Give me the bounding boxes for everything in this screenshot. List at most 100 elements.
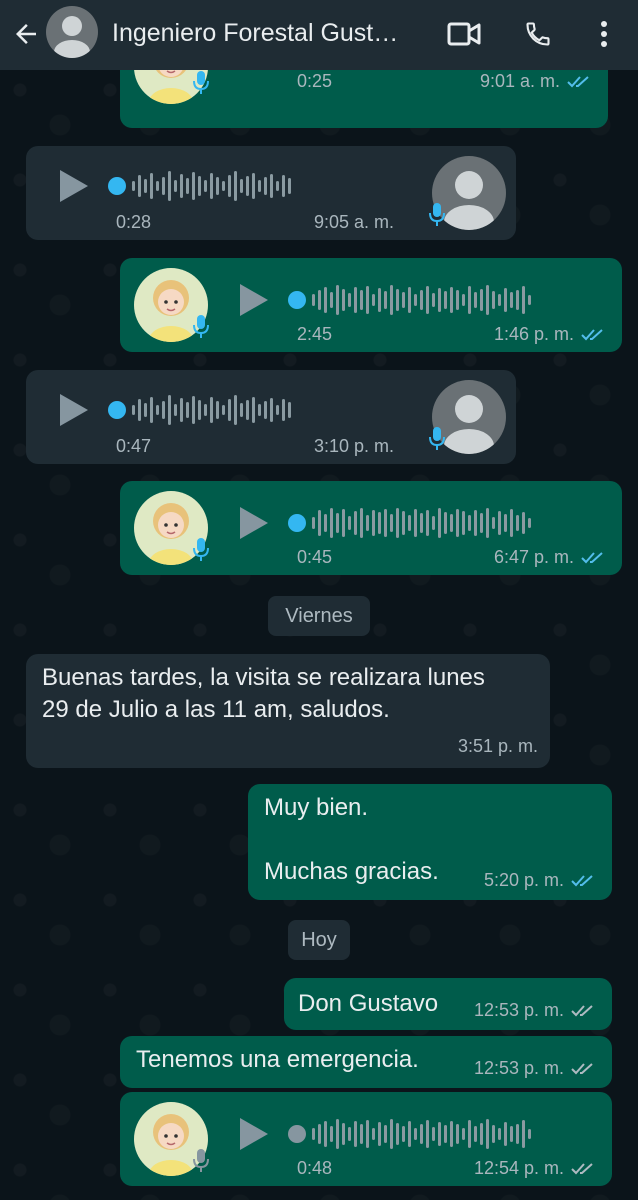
more-options-icon[interactable] xyxy=(584,14,624,54)
play-icon[interactable] xyxy=(240,1118,268,1150)
voice-duration: 0:28 xyxy=(116,212,152,232)
timestamp-text: 12:53 p. m. xyxy=(473,1000,564,1020)
waveform-bar xyxy=(438,1122,441,1146)
waveform-bar xyxy=(420,1124,423,1144)
waveform-bar xyxy=(426,286,429,314)
waveform-bar xyxy=(414,294,417,306)
message-text: Tenemos una emergencia. xyxy=(136,1046,419,1073)
playback-position-dot[interactable] xyxy=(288,291,306,309)
double-check-icon xyxy=(571,875,593,887)
waveform-bar xyxy=(468,515,471,531)
waveform-bar xyxy=(402,292,405,308)
playback-position-dot[interactable] xyxy=(108,401,126,419)
waveform-bar xyxy=(276,181,279,191)
voice-waveform[interactable] xyxy=(312,505,531,541)
waveform-bar xyxy=(180,398,183,422)
waveform-bar xyxy=(144,179,147,193)
waveform-bar xyxy=(492,517,495,529)
waveform-bar xyxy=(324,1121,327,1147)
waveform-bar xyxy=(336,285,339,315)
waveform-bar xyxy=(246,176,249,196)
waveform-bar xyxy=(162,401,165,419)
contact-avatar[interactable] xyxy=(46,6,98,58)
waveform-bar xyxy=(318,1124,321,1144)
text-message-outgoing[interactable]: Don Gustavo 12:53 p. m. xyxy=(284,978,612,1030)
voice-waveform[interactable] xyxy=(132,392,291,428)
playback-position-dot[interactable] xyxy=(288,1125,306,1143)
waveform-bar xyxy=(180,174,183,198)
waveform-bar xyxy=(420,290,423,310)
waveform-bar xyxy=(186,402,189,418)
voice-message-incoming[interactable]: 0:28 9:05 a. m. xyxy=(26,146,516,240)
waveform-bar xyxy=(150,173,153,199)
waveform-bar xyxy=(528,518,531,528)
video-call-icon[interactable] xyxy=(444,14,484,54)
waveform-bar xyxy=(204,180,207,192)
waveform-bar xyxy=(276,405,279,415)
phone-icon[interactable] xyxy=(518,14,558,54)
text-message-incoming[interactable]: Buenas tardes, la visita se realizara lu… xyxy=(26,654,550,768)
play-icon[interactable] xyxy=(240,284,268,316)
waveform-bar xyxy=(492,291,495,309)
waveform-bar xyxy=(444,1125,447,1143)
waveform-bar xyxy=(330,1126,333,1142)
waveform-bar xyxy=(462,1128,465,1140)
voice-message-outgoing[interactable]: 0:45 6:47 p. m. xyxy=(120,481,622,575)
waveform-bar xyxy=(348,1127,351,1141)
double-check-icon xyxy=(571,1063,593,1075)
waveform-bar xyxy=(330,508,333,538)
timestamp-text: 1:46 p. m. xyxy=(493,324,574,344)
waveform-bar xyxy=(492,1125,495,1143)
date-divider: Hoy xyxy=(288,920,350,960)
waveform-bar xyxy=(198,176,201,196)
voice-message-outgoing[interactable]: 0:25 9:01 a. m. xyxy=(120,70,608,128)
message-line: Muy bien. xyxy=(264,794,369,821)
waveform-bar xyxy=(138,175,141,197)
voice-waveform[interactable] xyxy=(312,1116,531,1152)
waveform-bar xyxy=(366,1120,369,1148)
microphone-icon xyxy=(192,537,210,563)
message-line: 29 de Julio a las 11 am, saludos. xyxy=(42,696,390,723)
text-message-outgoing[interactable]: Muy bien. Muchas gracias. 5:20 p. m. xyxy=(248,784,612,900)
voice-message-incoming[interactable]: 0:47 3:10 p. m. xyxy=(26,370,516,464)
voice-message-outgoing[interactable]: 0:48 12:54 p. m. xyxy=(120,1092,612,1186)
waveform-bar xyxy=(468,286,471,314)
waveform-bar xyxy=(420,513,423,533)
play-icon[interactable] xyxy=(60,394,88,426)
waveform-bar xyxy=(216,177,219,195)
message-timestamp: 3:51 p. m. xyxy=(457,736,538,756)
waveform-bar xyxy=(348,516,351,530)
waveform-bar xyxy=(360,1124,363,1144)
voice-message-outgoing[interactable]: 2:45 1:46 p. m. xyxy=(120,258,622,352)
chat-area[interactable]: 0:25 9:01 a. m. 0:28 9:05 a. m. 2:45 1:4… xyxy=(0,70,638,1200)
play-icon[interactable] xyxy=(60,170,88,202)
play-icon[interactable] xyxy=(240,507,268,539)
waveform-bar xyxy=(156,181,159,191)
waveform-bar xyxy=(240,403,243,417)
waveform-bar xyxy=(516,290,519,310)
contact-name[interactable]: Ingeniero Forestal Gust… xyxy=(112,16,432,50)
text-message-outgoing[interactable]: Tenemos una emergencia. 12:53 p. m. xyxy=(120,1036,612,1088)
voice-waveform[interactable] xyxy=(312,282,531,318)
playback-position-dot[interactable] xyxy=(288,514,306,532)
waveform-bar xyxy=(450,287,453,313)
waveform-bar xyxy=(168,395,171,425)
waveform-bar xyxy=(228,175,231,197)
waveform-bar xyxy=(390,1119,393,1149)
waveform-bar xyxy=(336,513,339,533)
waveform-bar xyxy=(510,1126,513,1142)
waveform-bar xyxy=(402,511,405,535)
waveform-bar xyxy=(480,513,483,533)
waveform-bar xyxy=(258,404,261,416)
waveform-bar xyxy=(396,508,399,538)
waveform-bar xyxy=(450,514,453,532)
back-arrow-icon[interactable] xyxy=(8,14,44,54)
waveform-bar xyxy=(324,287,327,313)
waveform-bar xyxy=(228,399,231,421)
voice-waveform[interactable] xyxy=(132,168,291,204)
waveform-bar xyxy=(480,289,483,311)
waveform-bar xyxy=(522,512,525,534)
playback-position-dot[interactable] xyxy=(108,177,126,195)
waveform-bar xyxy=(498,294,501,306)
waveform-bar xyxy=(432,293,435,307)
